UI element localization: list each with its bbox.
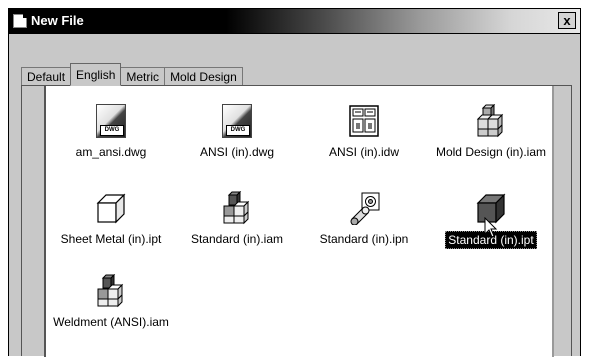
tab-default[interactable]: Default	[21, 67, 72, 86]
template-label: Standard (in).ipn	[319, 232, 409, 246]
new-file-dialog: New File x Default English Metric Mold D…	[0, 0, 589, 357]
document-icon	[13, 14, 27, 28]
dwg-file-icon: DWG	[220, 104, 254, 138]
template-item-standard-in-ipt[interactable]: Standard (in).ipt	[426, 191, 556, 249]
weldment-assembly-icon	[94, 273, 128, 308]
mouse-cursor-icon	[484, 217, 498, 238]
template-list[interactable]: DWG am_ansi.dwg DWG ANSI (in).dwg ANSI (…	[44, 86, 554, 357]
template-label: Mold Design (in).iam	[435, 145, 547, 159]
assembly-icon	[220, 190, 254, 225]
template-item-mold-design-in-iam[interactable]: Mold Design (in).iam	[426, 103, 556, 160]
template-label: Weldment (ANSI).iam	[53, 315, 169, 329]
close-button[interactable]: x	[558, 12, 576, 29]
template-item-weldment-ansi-iam[interactable]: Weldment (ANSI).iam	[46, 273, 176, 330]
tab-mold-design[interactable]: Mold Design	[164, 67, 243, 86]
dialog-title: New File	[31, 13, 84, 28]
tab-metric[interactable]: Metric	[120, 67, 166, 86]
template-item-ansi-in-dwg[interactable]: DWG ANSI (in).dwg	[172, 104, 302, 160]
presentation-icon	[347, 191, 381, 226]
template-label: ANSI (in).idw	[328, 145, 399, 159]
template-item-standard-in-ipn[interactable]: Standard (in).ipn	[299, 191, 429, 247]
template-label: am_ansi.dwg	[75, 145, 147, 159]
template-tabs: Default English Metric Mold Design	[21, 63, 243, 86]
template-label: Sheet Metal (in).ipt	[60, 232, 162, 246]
template-item-ansi-in-idw[interactable]: ANSI (in).idw	[299, 104, 429, 160]
template-item-standard-in-iam[interactable]: Standard (in).iam	[172, 190, 302, 247]
template-label: Standard (in).iam	[190, 232, 284, 246]
sheet-metal-part-icon	[94, 191, 128, 225]
tab-english[interactable]: English	[70, 63, 122, 86]
assembly-icon	[474, 103, 508, 138]
template-label: ANSI (in).dwg	[199, 145, 275, 159]
tab-panel: DWG am_ansi.dwg DWG ANSI (in).dwg ANSI (…	[21, 85, 572, 357]
title-bar[interactable]: New File x	[8, 8, 581, 34]
template-item-am-ansi-dwg[interactable]: DWG am_ansi.dwg	[46, 104, 176, 160]
drawing-sheet-icon	[347, 104, 381, 138]
dialog-body: Default English Metric Mold Design DWG a…	[8, 34, 581, 357]
dwg-file-icon: DWG	[94, 104, 128, 138]
template-item-sheet-metal-in-ipt[interactable]: Sheet Metal (in).ipt	[46, 191, 176, 247]
